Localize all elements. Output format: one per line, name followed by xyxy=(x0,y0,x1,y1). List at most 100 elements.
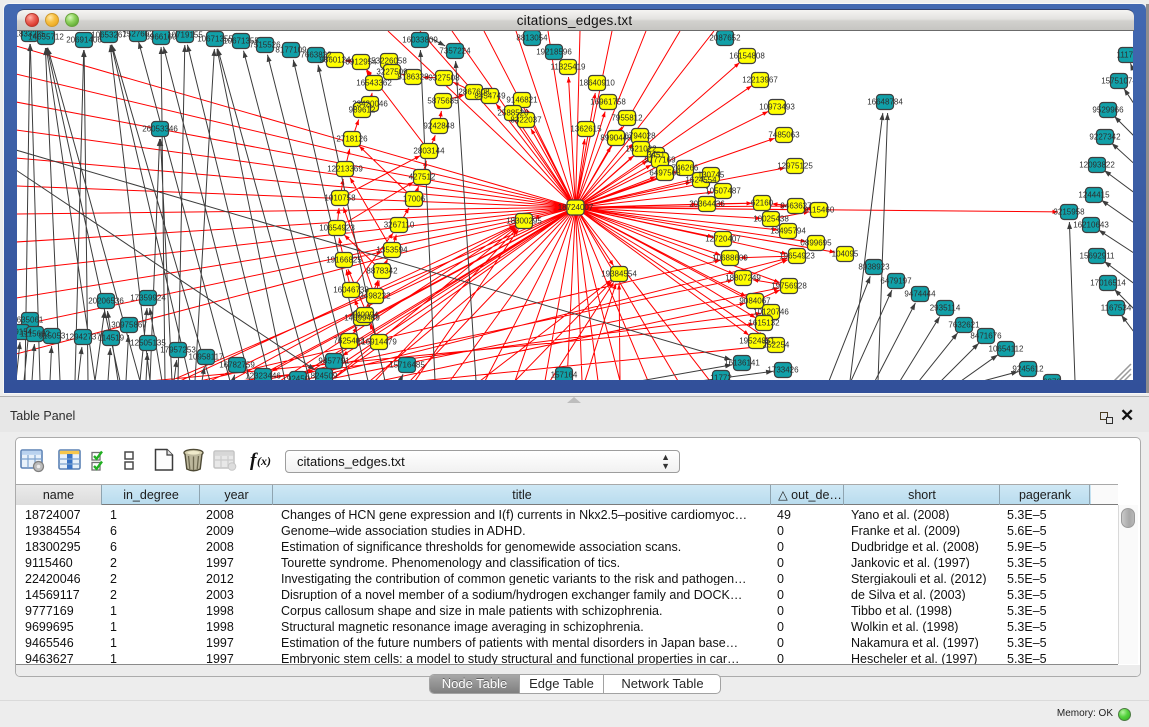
svg-text:53226058: 53226058 xyxy=(371,57,407,66)
svg-text:3215958: 3215958 xyxy=(1053,208,1085,217)
svg-text:(x): (x) xyxy=(257,454,271,468)
svg-text:16914479: 16914479 xyxy=(361,338,397,347)
svg-text:8322037: 8322037 xyxy=(510,116,542,125)
svg-text:16648784: 16648784 xyxy=(867,98,903,107)
svg-text:8186328: 8186328 xyxy=(397,73,429,82)
svg-text:1244415: 1244415 xyxy=(1078,191,1110,200)
svg-text:427512: 427512 xyxy=(409,173,436,182)
svg-text:19218596: 19218596 xyxy=(536,48,572,57)
svg-text:9474444: 9474444 xyxy=(904,290,936,299)
svg-text:10654923: 10654923 xyxy=(319,224,355,233)
svg-text:16543362: 16543362 xyxy=(356,79,392,88)
svg-text:1733426: 1733426 xyxy=(767,366,799,375)
svg-text:9115460: 9115460 xyxy=(804,206,835,215)
svg-text:17016514: 17016514 xyxy=(1090,279,1126,288)
svg-text:30975867: 30975867 xyxy=(111,321,147,330)
svg-text:8454749: 8454749 xyxy=(474,92,506,101)
svg-text:0899695: 0899695 xyxy=(800,239,832,248)
svg-text:635061: 635061 xyxy=(17,316,44,325)
svg-text:1167534: 1167534 xyxy=(1101,304,1132,313)
svg-text:19654923: 19654923 xyxy=(779,252,815,261)
svg-text:12975125: 12975125 xyxy=(777,162,813,171)
svg-text:20206536: 20206536 xyxy=(88,297,124,306)
svg-text:16961758: 16961758 xyxy=(590,98,626,107)
svg-text:16033809: 16033809 xyxy=(402,36,438,45)
svg-text:9245612: 9245612 xyxy=(1012,365,1044,374)
svg-text:19384554: 19384554 xyxy=(601,270,637,279)
svg-text:10973493: 10973493 xyxy=(759,103,795,112)
svg-text:9327508: 9327508 xyxy=(428,74,460,83)
svg-text:157164: 157164 xyxy=(551,371,578,380)
svg-text:9372: 9372 xyxy=(1043,378,1061,381)
svg-text:1615132: 1615132 xyxy=(748,319,780,328)
svg-text:9227342: 9227342 xyxy=(1089,133,1121,142)
svg-text:19166825: 19166825 xyxy=(326,256,362,265)
svg-text:16136141: 16136141 xyxy=(724,359,760,368)
svg-text:17006: 17006 xyxy=(403,195,426,204)
svg-text:104095: 104095 xyxy=(832,250,859,259)
svg-text:16154808: 16154808 xyxy=(729,52,765,61)
svg-text:252254: 252254 xyxy=(763,341,790,350)
svg-text:16782759: 16782759 xyxy=(219,361,255,370)
svg-text:9857791: 9857791 xyxy=(318,357,350,366)
svg-text:7632621: 7632621 xyxy=(948,321,980,330)
svg-text:8878342: 8878342 xyxy=(366,267,398,276)
svg-text:6479197: 6479197 xyxy=(880,277,912,286)
svg-text:12213967: 12213967 xyxy=(742,76,778,85)
svg-text:824509: 824509 xyxy=(311,372,338,381)
svg-text:915053: 915053 xyxy=(39,332,66,341)
svg-text:10507487: 10507487 xyxy=(705,187,741,196)
svg-text:20364436: 20364436 xyxy=(689,200,725,209)
svg-text:7955812: 7955812 xyxy=(611,114,643,123)
svg-text:1353594: 1353594 xyxy=(376,246,408,255)
svg-text:2935114: 2935114 xyxy=(930,304,961,313)
svg-text:114519: 114519 xyxy=(98,334,125,343)
svg-text:10025438: 10025438 xyxy=(753,215,789,224)
svg-text:10120746: 10120746 xyxy=(753,308,789,317)
svg-text:6497568: 6497568 xyxy=(649,169,681,178)
svg-text:8990448: 8990448 xyxy=(600,134,632,143)
svg-text:1010758: 1010758 xyxy=(324,194,356,203)
svg-text:12720407: 12720407 xyxy=(705,235,741,244)
svg-text:19756928: 19756928 xyxy=(771,282,807,291)
svg-text:12942737: 12942737 xyxy=(65,333,101,342)
svg-text:14055712: 14055712 xyxy=(28,33,64,42)
svg-text:15716485: 15716485 xyxy=(389,361,425,370)
svg-text:7485063: 7485063 xyxy=(768,131,800,140)
svg-text:8938923: 8938923 xyxy=(858,263,890,272)
svg-text:7357224: 7357224 xyxy=(439,47,471,56)
svg-text:9529966: 9529966 xyxy=(1092,106,1124,115)
svg-text:92450: 92450 xyxy=(287,375,310,381)
svg-text:11173: 11173 xyxy=(1116,51,1133,60)
svg-text:18807249: 18807249 xyxy=(725,274,761,283)
svg-text:13495794: 13495794 xyxy=(770,227,806,236)
svg-text:26053346: 26053346 xyxy=(142,125,178,134)
svg-text:18640910: 18640910 xyxy=(579,79,615,88)
svg-text:2087652: 2087652 xyxy=(709,34,741,43)
svg-text:17359924: 17359924 xyxy=(130,294,166,303)
svg-text:11772: 11772 xyxy=(710,374,732,381)
svg-text:3498222: 3498222 xyxy=(359,292,391,301)
svg-text:16210643: 16210643 xyxy=(1073,221,1109,230)
svg-text:10688609: 10688609 xyxy=(712,254,748,263)
svg-text:130745: 130745 xyxy=(698,171,725,180)
svg-text:12323446: 12323446 xyxy=(245,372,281,381)
svg-text:1362615: 1362615 xyxy=(570,125,602,134)
svg-text:8813054: 8813054 xyxy=(516,34,548,43)
svg-text:2803144: 2803144 xyxy=(413,147,445,156)
svg-text:12093822: 12093822 xyxy=(1079,161,1115,170)
svg-text:18300295: 18300295 xyxy=(506,217,542,226)
svg-text:8471676: 8471676 xyxy=(970,332,1002,341)
svg-text:12213369: 12213369 xyxy=(327,165,363,174)
svg-text:9084067: 9084067 xyxy=(739,297,771,306)
svg-text:989612: 989612 xyxy=(349,106,376,115)
svg-text:18724007: 18724007 xyxy=(558,203,594,212)
svg-text:10654112: 10654112 xyxy=(989,345,1025,354)
svg-text:15751074: 15751074 xyxy=(1101,77,1133,86)
svg-text:9146821: 9146821 xyxy=(506,96,538,105)
svg-text:9242848: 9242848 xyxy=(423,122,455,131)
svg-text:140994: 140994 xyxy=(352,311,379,320)
svg-text:15692911: 15692911 xyxy=(1080,252,1116,261)
svg-text:5875685: 5875685 xyxy=(427,97,459,106)
svg-text:3267110: 3267110 xyxy=(384,221,415,230)
